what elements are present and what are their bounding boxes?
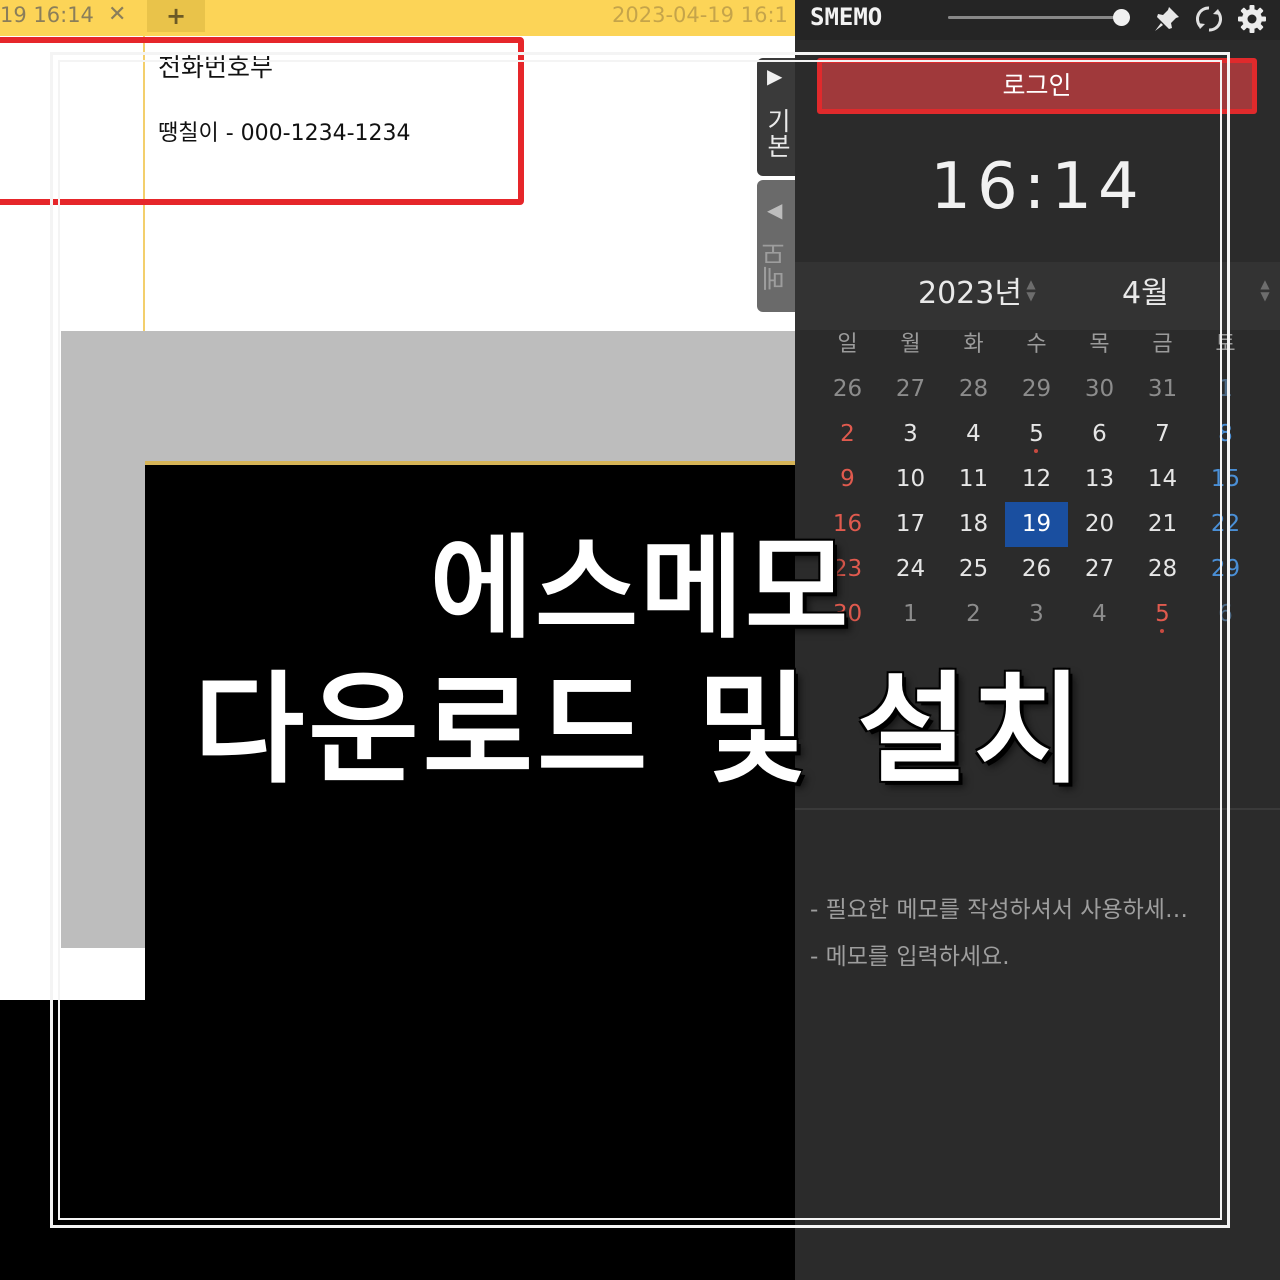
memo-tab-timestamp[interactable]: 19 16:14 [0,0,94,30]
smemo-logo: SMEMO [810,3,883,31]
month-spinner[interactable]: ▲ ▼ [1258,278,1272,302]
plus-icon[interactable]: + [166,1,186,31]
decorative-frame-inner [58,60,1222,1220]
memo-tab-date[interactable]: 2023-04-19 16:1 [612,0,788,30]
gear-icon[interactable] [1237,4,1267,34]
refresh-icon[interactable] [1194,4,1224,34]
opacity-slider-knob[interactable] [1113,9,1130,26]
opacity-slider-fill [948,16,1115,19]
close-icon[interactable]: ✕ [108,0,126,30]
spin-down-icon[interactable]: ▼ [1258,290,1272,302]
pin-icon[interactable] [1152,4,1182,34]
